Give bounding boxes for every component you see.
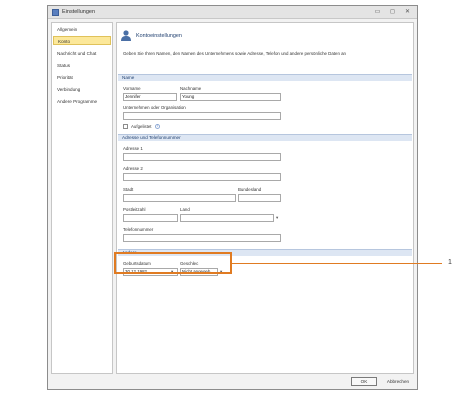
callout-number: 1 (448, 259, 452, 266)
state-field[interactable] (238, 194, 281, 202)
close-icon[interactable]: ✕ (403, 8, 412, 16)
country-label: Land (180, 207, 190, 212)
sidebar-item-allgemein[interactable]: Allgemein (53, 25, 111, 34)
address2-label: Adresse 2 (123, 166, 143, 171)
callout-line (232, 263, 442, 264)
address1-label: Adresse 1 (123, 146, 143, 151)
cancel-button[interactable]: Abbrechen (382, 377, 414, 386)
phone-field[interactable] (123, 234, 281, 242)
settings-window: Einstellungen ▭ ◻ ✕ Allgemein Konto Nach… (47, 5, 418, 390)
chevron-down-icon[interactable]: ▾ (276, 215, 278, 221)
sidebar-item-prioritaet[interactable]: Priorität (53, 73, 111, 82)
city-field[interactable] (123, 194, 236, 202)
address2-field[interactable] (123, 173, 281, 181)
app-icon (52, 9, 59, 16)
first-name-label: Vorname (123, 86, 141, 91)
info-icon[interactable]: i (155, 124, 160, 129)
state-label: Bundesland (238, 187, 262, 192)
callout-highlight-box (114, 252, 232, 274)
minimize-icon[interactable]: ▭ (373, 8, 382, 16)
zip-label: Postleitzahl (123, 207, 146, 212)
settings-content: Kontoeinstellungen Geben Sie Ihren Namen… (116, 22, 414, 374)
maximize-icon[interactable]: ◻ (388, 8, 397, 16)
last-name-field[interactable]: Young (180, 93, 281, 101)
phone-label: Telefonnummer (123, 227, 154, 232)
page-title: Kontoeinstellungen (136, 33, 182, 39)
ok-button[interactable]: OK (351, 377, 377, 386)
section-header-address: Adresse und Telefonnummer (118, 134, 412, 141)
sidebar-item-status[interactable]: Status (53, 61, 111, 70)
address1-field[interactable] (123, 153, 281, 161)
user-icon (121, 30, 131, 41)
last-name-label: Nachname (180, 86, 202, 91)
sidebar-item-nachricht-und-chat[interactable]: Nachricht und Chat (53, 49, 111, 58)
page-description: Geben Sie Ihren Namen, den Namen des Unt… (123, 51, 347, 56)
listed-checkbox[interactable] (123, 124, 128, 129)
sidebar-item-verbindung[interactable]: Verbindung (53, 85, 111, 94)
zip-field[interactable] (123, 214, 178, 222)
sidebar-item-andere-programme[interactable]: Andere Programme (53, 97, 111, 106)
city-label: Stadt (123, 187, 134, 192)
title-bar: Einstellungen ▭ ◻ ✕ (48, 6, 417, 19)
first-name-field[interactable]: Jennifer (123, 93, 177, 101)
window-title: Einstellungen (62, 9, 96, 15)
company-field[interactable] (123, 112, 281, 120)
sidebar-item-konto[interactable]: Konto (53, 36, 111, 45)
company-label: Unternehmen oder Organisation (123, 105, 186, 110)
section-header-name: Name (118, 74, 412, 81)
settings-sidebar: Allgemein Konto Nachricht und Chat Statu… (51, 22, 113, 374)
listed-checkbox-label: Aufgelistet (131, 124, 152, 129)
country-select[interactable] (180, 214, 274, 222)
